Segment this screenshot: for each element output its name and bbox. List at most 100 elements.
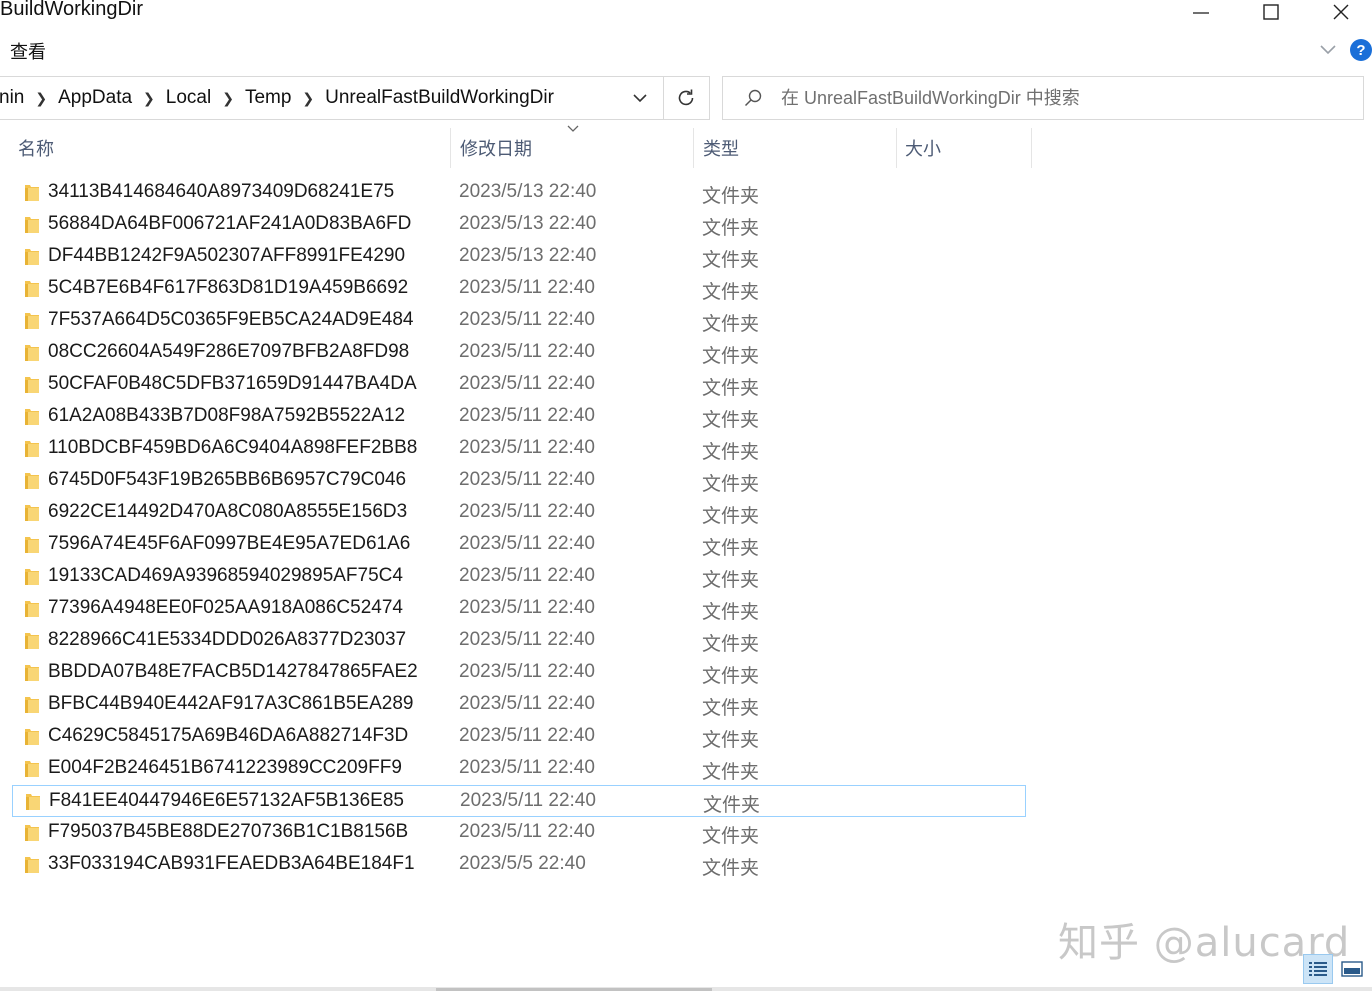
help-button[interactable]: ? [1350, 39, 1372, 61]
window-title: BuildWorkingDir [0, 0, 144, 20]
chevron-right-icon[interactable]: ❯ [302, 90, 314, 107]
file-row[interactable]: 61A2A08B433B7D08F98A7592B5522A12 2023/5/1… [12, 401, 1026, 433]
file-modified-date: 2023/5/11 22:40 [459, 693, 595, 714]
column-divider[interactable] [896, 128, 897, 168]
file-modified-date: 2023/5/11 22:40 [459, 341, 595, 362]
file-modified-date: 2023/5/11 22:40 [459, 277, 595, 298]
file-modified-date: 2023/5/11 22:40 [459, 821, 595, 842]
file-type: 文件夹 [702, 634, 760, 655]
close-button[interactable] [1318, 0, 1364, 24]
folder-icon [25, 537, 39, 553]
folder-icon [25, 825, 39, 841]
tab-view[interactable]: 查看 [10, 38, 46, 64]
folder-icon [25, 185, 39, 201]
file-row[interactable]: 33F033194CAB931FEAEDB3A64BE184F1 2023/5/5… [12, 849, 1026, 881]
folder-icon [25, 665, 39, 681]
chevron-right-icon[interactable]: ❯ [222, 90, 234, 107]
folder-icon [25, 377, 39, 393]
file-row[interactable]: 6745D0F543F19B265BB6B6957C79C046 2023/5/1… [12, 465, 1026, 497]
file-row[interactable]: BBDDA07B48E7FACB5D1427847865FAE2 2023/5/1… [12, 657, 1026, 689]
file-row[interactable]: 56884DA64BF006721AF241A0D83BA6FD 2023/5/1… [12, 209, 1026, 241]
folder-icon [25, 473, 39, 489]
chevron-right-icon[interactable]: ❯ [35, 90, 47, 107]
file-row[interactable]: F795037B45BE88DE270736B1C1B8156B 2023/5/1… [12, 817, 1026, 849]
minimize-button[interactable] [1178, 0, 1224, 24]
folder-icon [25, 761, 39, 777]
ribbon: 查看 ? [0, 28, 1372, 70]
file-type: 文件夹 [702, 346, 760, 367]
file-row[interactable]: 19133CAD469A93968594029895AF75C4 2023/5/1… [12, 561, 1026, 593]
file-modified-date: 2023/5/11 22:40 [459, 565, 595, 586]
breadcrumb-item[interactable]: nin [0, 87, 24, 109]
file-type: 文件夹 [702, 698, 760, 719]
file-type: 文件夹 [702, 506, 760, 527]
file-row[interactable]: 7596A74E45F6AF0997BE4E95A7ED61A6 2023/5/1… [12, 529, 1026, 561]
file-row[interactable]: C4629C5845175A69B46DA6A882714F3D 2023/5/1… [12, 721, 1026, 753]
file-type: 文件夹 [702, 570, 760, 591]
file-row[interactable]: 6922CE14492D470A8C080A8555E156D3 2023/5/1… [12, 497, 1026, 529]
folder-icon [25, 633, 39, 649]
breadcrumb-item[interactable]: Local [166, 87, 211, 109]
file-name: F841EE40447946E6E57132AF5B136E85 [49, 790, 404, 811]
column-header-type[interactable]: 类型 [703, 128, 893, 168]
file-name: 33F033194CAB931FEAEDB3A64BE184F1 [48, 853, 415, 874]
column-divider[interactable] [450, 128, 451, 168]
column-header-name[interactable]: 名称 [18, 128, 448, 168]
breadcrumb-item[interactable]: Temp [245, 87, 291, 109]
large-icons-view-button[interactable] [1340, 958, 1364, 980]
file-type: 文件夹 [702, 858, 760, 879]
file-row[interactable]: 08CC26604A549F286E7097BFB2A8FD98 2023/5/1… [12, 337, 1026, 369]
file-type: 文件夹 [702, 282, 760, 303]
folder-icon [25, 313, 39, 329]
minimize-icon [1193, 12, 1209, 14]
chevron-down-icon[interactable] [631, 90, 649, 106]
file-row[interactable]: 8228966C41E5334DDD026A8377D23037 2023/5/1… [12, 625, 1026, 657]
breadcrumb-item[interactable]: UnrealFastBuildWorkingDir [325, 87, 554, 109]
file-name: 08CC26604A549F286E7097BFB2A8FD98 [48, 341, 410, 362]
file-name: DF44BB1242F9A502307AFF8991FE4290 [48, 245, 406, 266]
search-icon [744, 89, 762, 107]
refresh-icon[interactable] [675, 87, 697, 109]
file-row[interactable]: DF44BB1242F9A502307AFF8991FE4290 2023/5/1… [12, 241, 1026, 273]
file-row[interactable]: BFBC44B940E442AF917A3C861B5EA289 2023/5/1… [12, 689, 1026, 721]
breadcrumb: nin ❯ AppData ❯ Local ❯ Temp ❯ UnrealFastBuildWo… [0, 77, 554, 119]
file-row[interactable]: 50CFAF0B48C5DFB371659D91447BA4DA 2023/5/1… [12, 369, 1026, 401]
file-modified-date: 2023/5/11 22:40 [459, 757, 595, 778]
file-type: 文件夹 [702, 474, 760, 495]
folder-icon [25, 857, 39, 873]
details-view-icon [1309, 962, 1327, 976]
file-modified-date: 2023/5/11 22:40 [460, 790, 596, 811]
search-input[interactable] [781, 85, 1351, 111]
folder-icon [25, 409, 39, 425]
chevron-right-icon[interactable]: ❯ [143, 90, 155, 107]
file-row[interactable]: F841EE40447946E6E57132AF5B136E85 2023/5/1… [12, 785, 1026, 817]
address-bar[interactable]: nin ❯ AppData ❯ Local ❯ Temp ❯ UnrealFastBuildWo… [0, 76, 710, 120]
large-icons-view-icon [1341, 961, 1363, 977]
search-box[interactable] [722, 76, 1364, 120]
chevron-down-icon[interactable] [1318, 42, 1338, 58]
maximize-button[interactable] [1248, 0, 1294, 24]
file-type: 文件夹 [702, 730, 760, 751]
file-name: 50CFAF0B48C5DFB371659D91447BA4DA [48, 373, 417, 394]
column-divider[interactable] [693, 128, 694, 168]
file-modified-date: 2023/5/11 22:40 [459, 469, 595, 490]
file-row[interactable]: 7F537A664D5C0365F9EB5CA24AD9E484 2023/5/1… [12, 305, 1026, 337]
column-divider[interactable] [1031, 128, 1032, 168]
file-row[interactable]: 77396A4948EE0F025AA918A086C52474 2023/5/1… [12, 593, 1026, 625]
column-header-size[interactable]: 大小 [905, 128, 1030, 168]
file-row[interactable]: E004F2B246451B6741223989CC209FF9 2023/5/1… [12, 753, 1026, 785]
file-name: 6745D0F543F19B265BB6B6957C79C046 [48, 469, 407, 490]
folder-icon [25, 345, 39, 361]
column-header-date[interactable]: 修改日期 [460, 128, 690, 168]
file-row[interactable]: 34113B414684640A8973409D68241E75 2023/5/1… [12, 177, 1026, 209]
file-name: 19133CAD469A93968594029895AF75C4 [48, 565, 403, 586]
folder-icon [25, 217, 39, 233]
file-name: 34113B414684640A8973409D68241E75 [48, 181, 395, 202]
file-type: 文件夹 [702, 314, 760, 335]
file-modified-date: 2023/5/5 22:40 [459, 853, 586, 874]
details-view-button[interactable] [1303, 954, 1333, 984]
file-row[interactable]: 5C4B7E6B4F617F863D81D19A459B6692 2023/5/1… [12, 273, 1026, 305]
breadcrumb-item[interactable]: AppData [58, 87, 132, 109]
file-row[interactable]: 110BDCBF459BD6A6C9404A898FEF2BB8 2023/5/1… [12, 433, 1026, 465]
file-modified-date: 2023/5/13 22:40 [459, 181, 597, 202]
